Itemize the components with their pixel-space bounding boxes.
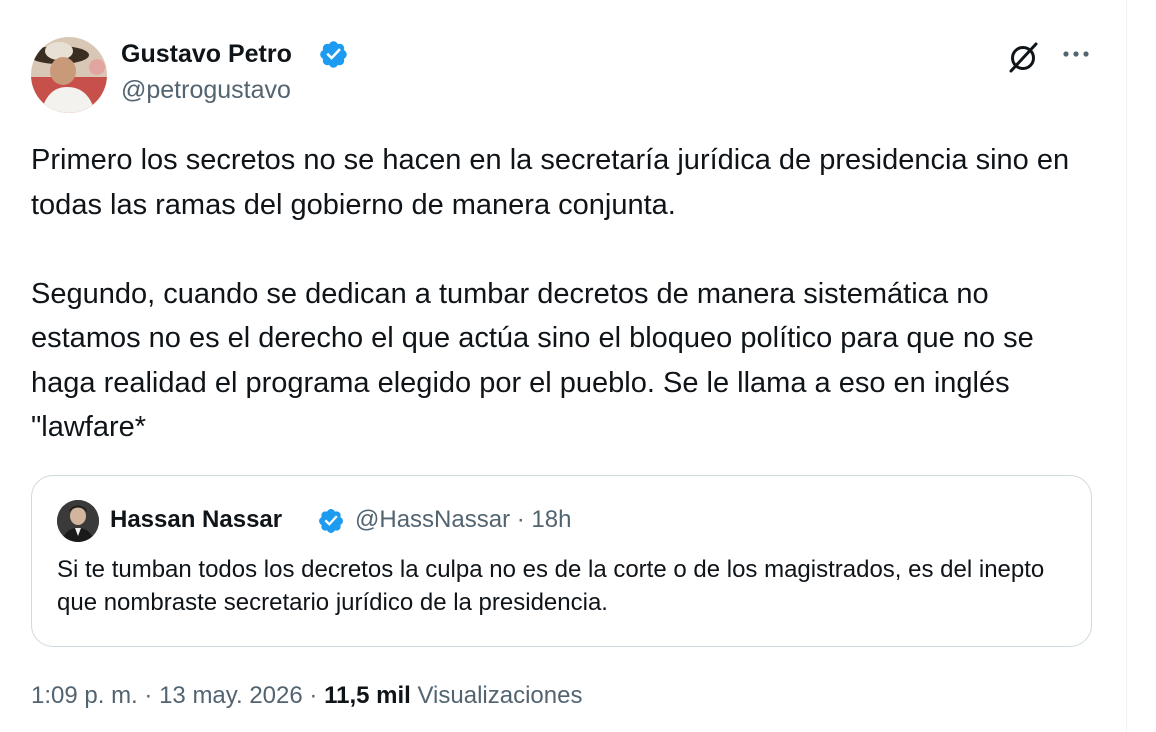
- profile-photo-icon: [57, 500, 99, 542]
- tweet-text: Primero los secretos no se hacen en la s…: [31, 144, 1070, 443]
- verified-badge-icon[interactable]: [318, 39, 349, 70]
- views-count: 11,5 mil: [324, 682, 411, 709]
- author-avatar[interactable]: [31, 37, 107, 113]
- quote-meta: @HassNassar · 18h: [355, 504, 571, 536]
- more-dots-icon[interactable]: [1060, 42, 1092, 66]
- author-handle[interactable]: @petrogustavo: [121, 74, 291, 106]
- footer-separator: ·: [309, 682, 318, 709]
- tweet-time[interactable]: 1:09 p. m.: [31, 682, 138, 709]
- tweet-container: Gustavo Petro @petrogustavo Primero los …: [0, 0, 1126, 732]
- profile-photo-icon: [31, 37, 107, 113]
- verified-badge-icon: [319, 509, 343, 533]
- tweet-footer: 1:09 p. m. · 13 may. 2026 · 11,5 mil Vis…: [31, 680, 582, 712]
- quote-text: Si te tumban todos los decretos la culpa…: [57, 556, 1045, 616]
- quote-author-handle[interactable]: @HassNassar: [355, 506, 510, 533]
- meta-separator: ·: [516, 506, 525, 533]
- quoted-tweet-card[interactable]: Hassan Nassar @HassNassar · 18h Si te tu…: [31, 475, 1092, 647]
- quote-time[interactable]: 18h: [531, 506, 571, 533]
- quote-author-avatar[interactable]: [57, 500, 99, 542]
- column-divider: [1126, 0, 1127, 732]
- author-name[interactable]: Gustavo Petro: [121, 38, 292, 70]
- quote-author-name[interactable]: Hassan Nassar: [110, 504, 282, 536]
- footer-separator: ·: [144, 682, 153, 709]
- tweet-date[interactable]: 13 may. 2026: [159, 682, 303, 709]
- views-label: Visualizaciones: [417, 682, 583, 709]
- grok-slash-circle-icon[interactable]: [1004, 38, 1042, 76]
